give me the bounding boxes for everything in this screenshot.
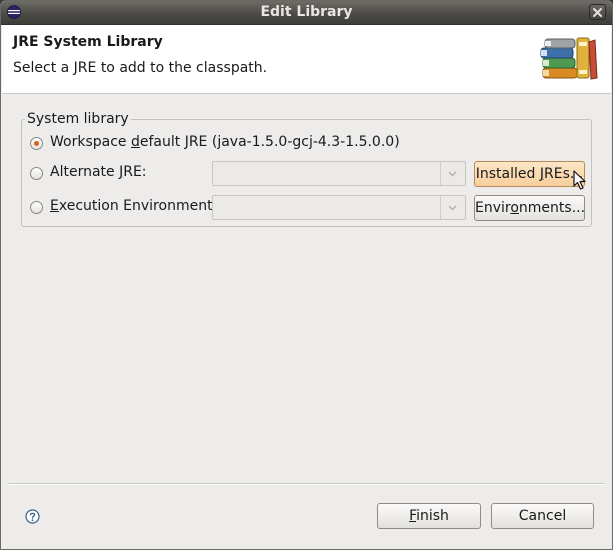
chevron-down-icon xyxy=(448,205,457,211)
execution-environment-label[interactable]: Execution Environment: xyxy=(50,198,217,214)
alternate-jre-label[interactable]: Alternate JRE: xyxy=(50,164,147,180)
close-icon xyxy=(593,8,602,17)
page-title: JRE System Library xyxy=(13,34,163,50)
library-books-icon xyxy=(540,37,598,80)
alternate-jre-radio[interactable] xyxy=(30,167,43,180)
help-icon[interactable] xyxy=(25,509,40,524)
label-part: nments... xyxy=(518,200,586,216)
chevron-down-icon xyxy=(448,171,457,177)
label-part: RE: xyxy=(123,164,147,180)
edit-library-dialog: Edit Library JRE System Library Select a… xyxy=(0,0,613,550)
label-part: inish xyxy=(416,508,449,524)
window-title: Edit Library xyxy=(260,4,353,20)
label-part: Alternate xyxy=(50,164,120,180)
label-part: Workspace xyxy=(50,134,131,150)
close-button[interactable] xyxy=(589,4,606,20)
installed-jres-button[interactable]: Installed JREs... xyxy=(474,161,585,187)
cancel-button[interactable]: Cancel xyxy=(491,503,594,529)
label-part: Envir xyxy=(475,200,511,216)
workspace-default-jre-label[interactable]: Workspace default JRE (java-1.5.0-gcj-4.… xyxy=(50,134,400,150)
mouse-pointer-icon xyxy=(573,170,586,190)
alternate-jre-combo[interactable] xyxy=(212,161,466,186)
execution-environment-radio[interactable] xyxy=(30,201,43,214)
title-bar[interactable]: Edit Library xyxy=(1,1,612,25)
environments-button[interactable]: Environments... xyxy=(474,195,585,221)
system-library-group-label: System library xyxy=(25,111,131,127)
alternate-jre-combo-arrow[interactable] xyxy=(440,162,465,185)
execution-environment-combo[interactable] xyxy=(212,195,466,220)
mnemonic: d xyxy=(130,134,140,150)
execution-environment-combo-arrow[interactable] xyxy=(440,196,465,219)
label-part: Installed xyxy=(475,166,540,182)
footer-separator xyxy=(9,483,604,485)
label-part: efault JRE (java-1.5.0-gcj-4.3-1.5.0.0) xyxy=(139,134,400,150)
page-description: Select a JRE to add to the classpath. xyxy=(13,60,268,76)
mnemonic: E xyxy=(50,198,59,214)
label-part: xecution Environment: xyxy=(58,198,218,214)
workspace-default-jre-radio[interactable] xyxy=(30,137,43,150)
mnemonic: o xyxy=(510,200,519,216)
dialog-header: JRE System Library Select a JRE to add t… xyxy=(2,25,611,94)
finish-button[interactable]: Finish xyxy=(377,503,481,529)
